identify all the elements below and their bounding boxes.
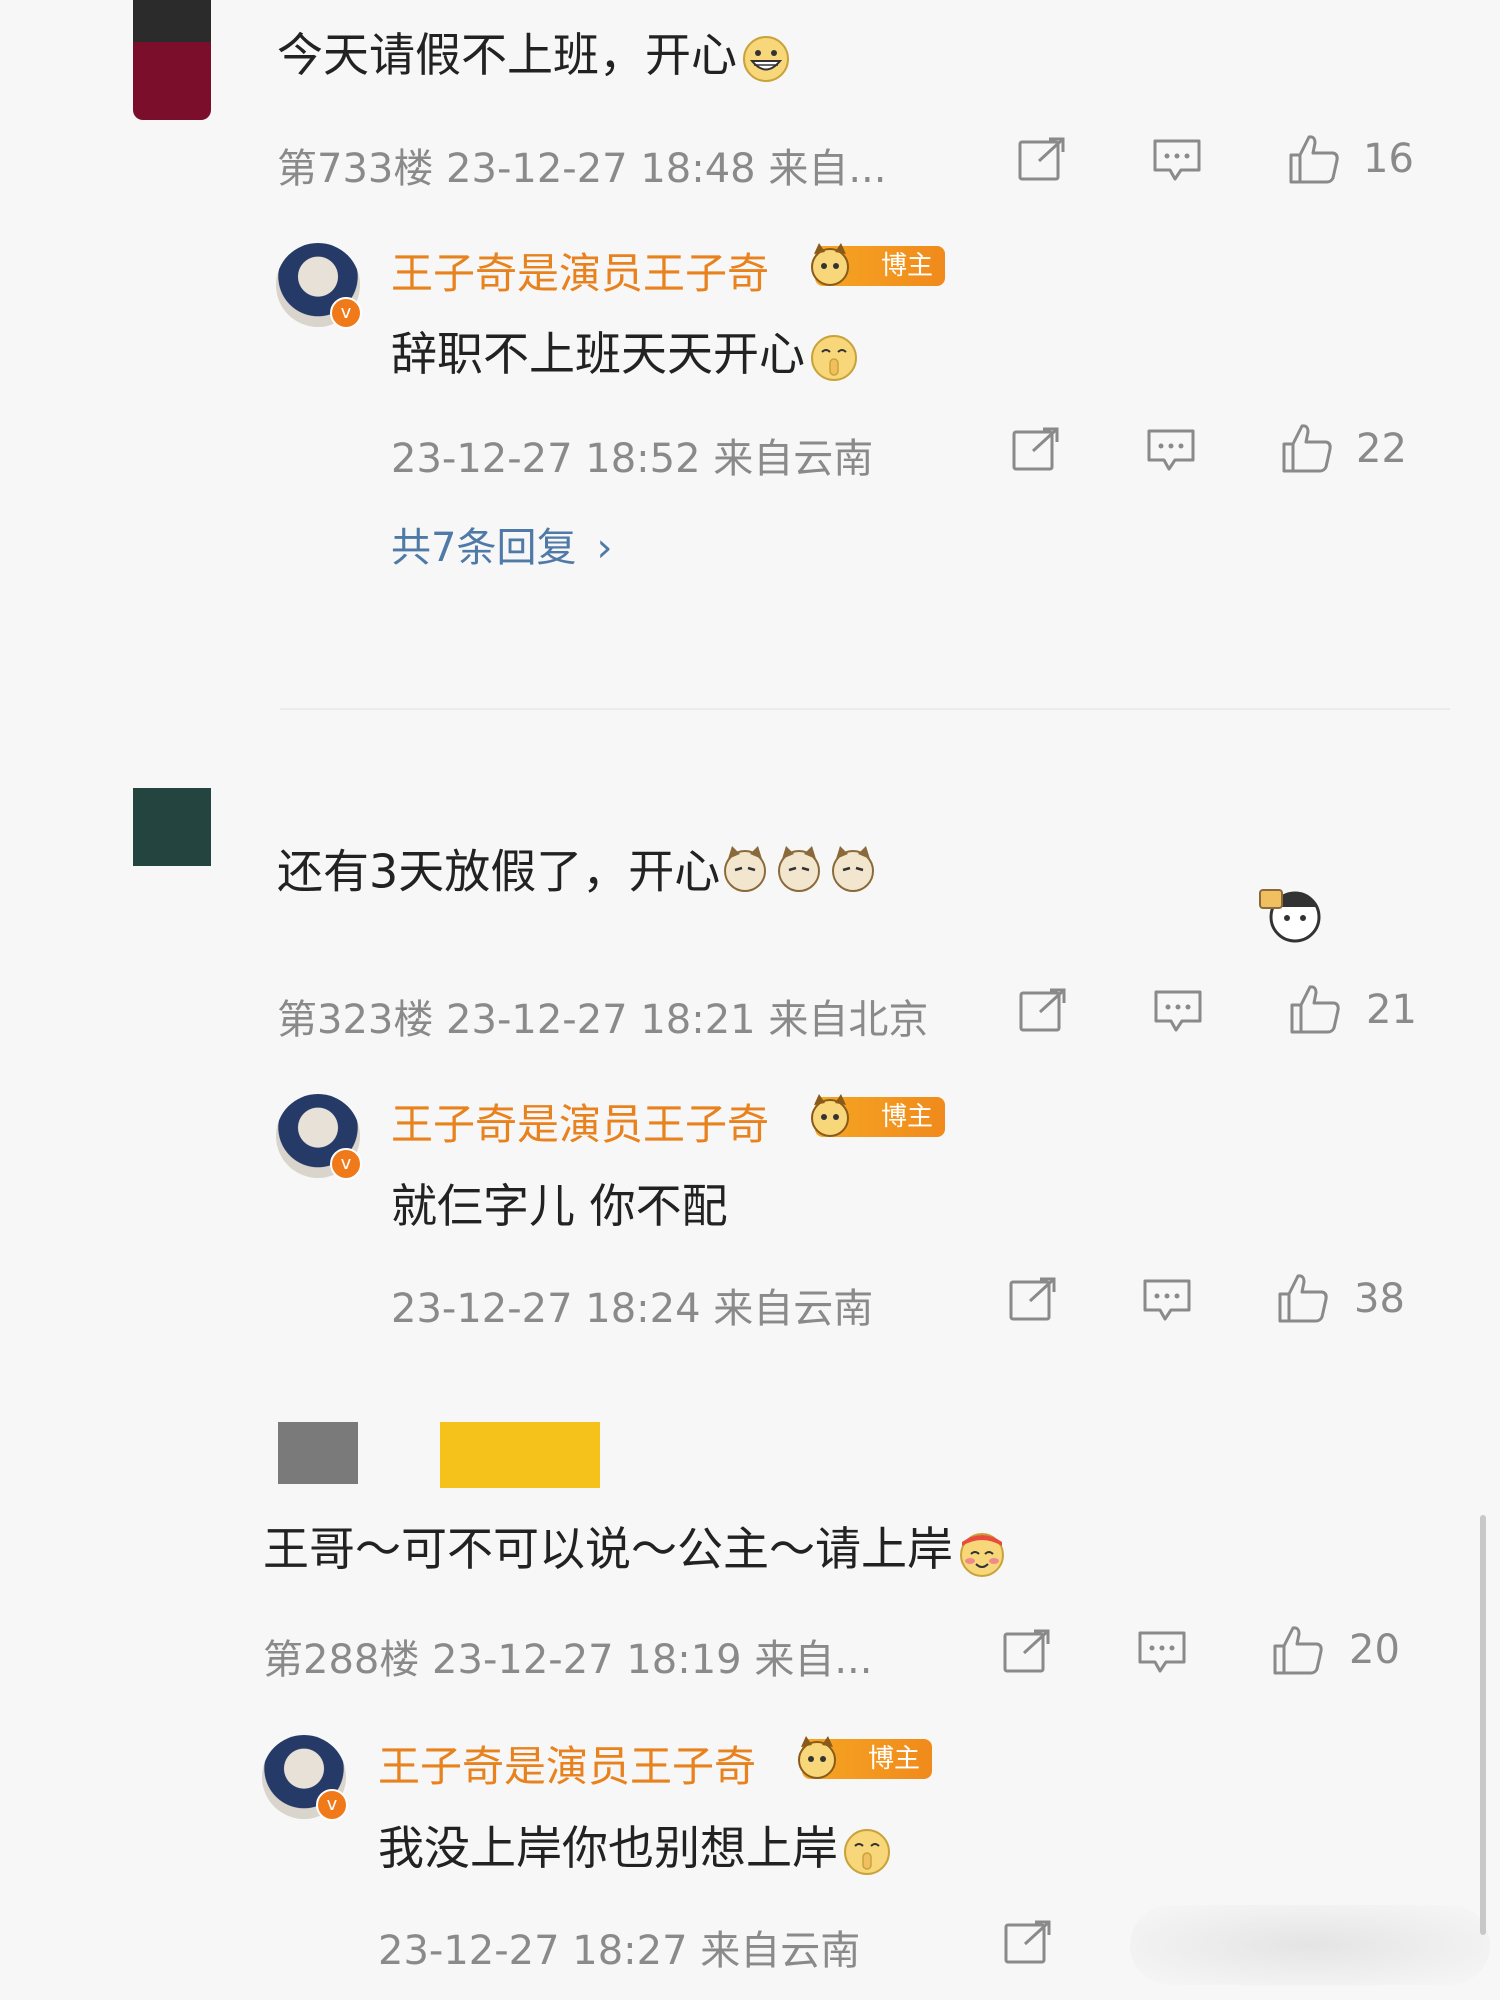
commenter-avatar[interactable] [133, 788, 211, 866]
cat-badge-icon [811, 1094, 849, 1137]
reply-text: 辞职不上班天天开心 [391, 318, 859, 384]
chevron-right-icon: › [596, 525, 613, 571]
commenter-avatar[interactable] [278, 1422, 358, 1484]
like-icon[interactable] [1288, 983, 1342, 1035]
comment-icon[interactable] [1146, 427, 1196, 473]
verified-badge-icon: v [316, 1789, 348, 1821]
scrollbar-thumb[interactable] [1480, 1515, 1486, 1935]
author-avatar[interactable]: v [262, 1735, 348, 1821]
divider [280, 708, 1450, 710]
like-count: 38 [1354, 1276, 1405, 1322]
author-avatar[interactable]: v [276, 1094, 362, 1180]
share-icon[interactable] [1008, 1277, 1058, 1323]
verified-badge-icon: v [330, 297, 362, 329]
author-avatar[interactable]: v [276, 243, 362, 329]
comment-icon[interactable] [1152, 137, 1202, 183]
commenter-name-redacted [440, 1422, 600, 1488]
share-icon[interactable] [1002, 1629, 1052, 1675]
sticker-icon [1250, 872, 1340, 952]
share-icon[interactable] [1011, 427, 1061, 473]
like-count: 21 [1366, 987, 1417, 1033]
shush-emoji-icon [842, 1827, 892, 1877]
author-name[interactable]: 王子奇是演员王子奇 [391, 1091, 769, 1152]
reply-meta: 23-12-27 18:52 来自云南 [391, 436, 874, 482]
blush-emoji-icon [957, 1528, 1007, 1578]
like-count: 20 [1349, 1627, 1400, 1673]
share-icon[interactable] [1003, 1920, 1053, 1966]
reply-text: 我没上岸你也别想上岸 [378, 1812, 892, 1878]
comment-meta: 第733楼 23-12-27 18:48 来自... [277, 146, 887, 192]
comment-icon[interactable] [1137, 1629, 1187, 1675]
comment-text: 还有3天放假了，开心 [277, 844, 880, 906]
like-icon[interactable] [1271, 1624, 1325, 1676]
like-icon[interactable] [1280, 422, 1334, 474]
comment-meta: 第323楼 23-12-27 18:21 来自北京 [277, 997, 929, 1043]
share-icon[interactable] [1018, 988, 1068, 1034]
verified-badge-icon: v [330, 1148, 362, 1180]
like-count: 16 [1363, 136, 1414, 182]
watermark-blur [1130, 1905, 1490, 1985]
comment-meta: 第288楼 23-12-27 18:19 来自... [263, 1637, 873, 1683]
reply-text: 就仨字儿 你不配 [391, 1179, 728, 1233]
blogger-badge: 博主 [811, 243, 945, 286]
comment-icon[interactable] [1153, 988, 1203, 1034]
like-count: 22 [1356, 426, 1407, 472]
cat-badge-icon [798, 1736, 836, 1779]
blogger-badge: 博主 [811, 1094, 945, 1137]
reply-meta: 23-12-27 18:27 来自云南 [378, 1928, 861, 1974]
shush-emoji-icon [809, 333, 859, 383]
comment-text: 今天请假不上班，开心 [277, 28, 791, 84]
blogger-badge: 博主 [798, 1736, 932, 1779]
like-icon[interactable] [1276, 1272, 1330, 1324]
cat-emoji-icon [720, 844, 880, 906]
share-icon[interactable] [1017, 137, 1067, 183]
cat-badge-icon [811, 243, 849, 286]
grin-emoji-icon [741, 34, 791, 84]
author-name[interactable]: 王子奇是演员王子奇 [378, 1733, 756, 1794]
comment-icon[interactable] [1142, 1277, 1192, 1323]
comment-text: 王哥～可不可以说～公主～请上岸 [263, 1522, 1007, 1578]
like-icon[interactable] [1287, 133, 1341, 185]
author-name[interactable]: 王子奇是演员王子奇 [391, 240, 769, 301]
reply-meta: 23-12-27 18:24 来自云南 [391, 1286, 874, 1332]
more-replies-link[interactable]: 共7条回复 › [391, 515, 612, 573]
commenter-avatar[interactable] [133, 0, 211, 120]
